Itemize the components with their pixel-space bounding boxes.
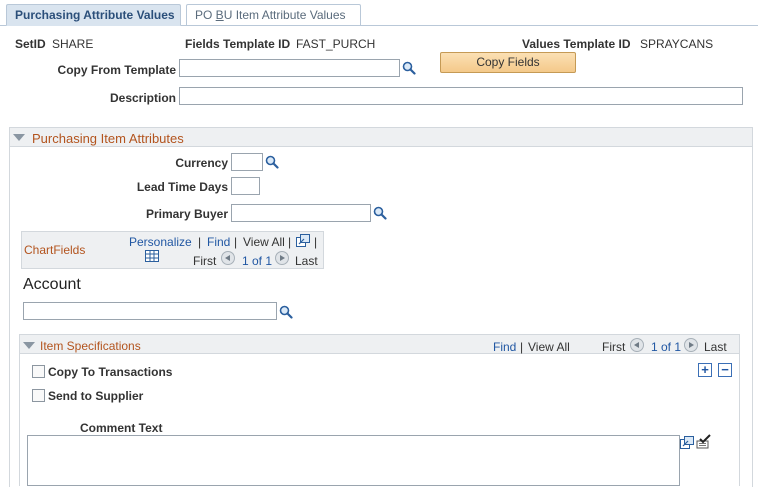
collapse-arrow-icon[interactable] [13, 134, 25, 141]
delete-row-button[interactable]: − [718, 363, 732, 377]
comment-text-area[interactable] [27, 435, 680, 486]
fields-template-value: FAST_PURCH [296, 37, 376, 51]
send-to-supplier-label: Send to Supplier [48, 389, 144, 403]
separator: | [288, 235, 292, 249]
search-icon[interactable] [373, 206, 387, 220]
personalize-link[interactable]: Personalize [129, 235, 192, 249]
tab-po-bu-item-attribute-values[interactable]: PO BU Item Attribute Values [186, 4, 361, 26]
copy-fields-button[interactable]: Copy Fields [440, 52, 576, 73]
chartfields-title: ChartFields [24, 243, 86, 257]
previous-row-icon[interactable] [221, 251, 235, 265]
send-to-supplier-checkbox[interactable] [32, 389, 45, 402]
row-count: 1 of 1 [242, 254, 273, 268]
view-all-link[interactable]: View All [243, 235, 285, 249]
spell-check-icon[interactable] [696, 434, 712, 450]
separator: | [234, 235, 238, 249]
expand-textarea-icon[interactable] [680, 436, 694, 449]
fields-template-label: Fields Template ID [185, 37, 291, 51]
primary-buyer-label: Primary Buyer [145, 207, 228, 221]
values-template-label: Values Template ID [522, 37, 631, 51]
copy-from-template-input[interactable] [179, 59, 400, 77]
search-icon[interactable] [279, 305, 293, 319]
copy-to-transactions-checkbox[interactable] [32, 365, 45, 378]
find-link[interactable]: Find [493, 340, 516, 354]
tab-label: Purchasing Attribute Values [15, 8, 175, 22]
first-label: First [602, 340, 626, 354]
add-row-button[interactable]: + [698, 363, 712, 377]
first-label: First [193, 254, 217, 268]
lead-time-days-input[interactable] [231, 177, 260, 195]
separator: | [520, 340, 524, 354]
tab-purchasing-attribute-values[interactable]: Purchasing Attribute Values [6, 4, 181, 26]
next-row-icon[interactable] [275, 251, 289, 265]
values-template-value: SPRAYCANS [640, 37, 714, 51]
new-window-icon[interactable] [296, 234, 310, 247]
setid-label: SetID [15, 37, 46, 51]
lead-time-days-label: Lead Time Days [136, 180, 228, 194]
comment-text-label: Comment Text [80, 421, 163, 435]
find-link[interactable]: Find [207, 235, 230, 249]
collapse-arrow-icon[interactable] [23, 342, 35, 349]
description-label: Description [109, 91, 176, 105]
purchasing-item-attributes-title: Purchasing Item Attributes [32, 131, 184, 146]
tab-label-part: U Item Attribute Values [223, 8, 346, 22]
copy-to-transactions-label: Copy To Transactions [48, 365, 173, 379]
tab-label-part: PO [195, 8, 216, 22]
previous-row-icon[interactable] [630, 338, 644, 352]
account-label: Account [23, 276, 81, 293]
currency-input[interactable] [231, 153, 263, 171]
download-grid-icon[interactable] [145, 250, 159, 262]
currency-label: Currency [175, 156, 228, 170]
tab-label-accesskey: B [215, 8, 224, 22]
last-label: Last [295, 254, 318, 268]
next-row-icon[interactable] [684, 338, 698, 352]
setid-value: SHARE [52, 37, 94, 51]
last-label: Last [704, 340, 727, 354]
primary-buyer-input[interactable] [231, 204, 371, 222]
search-icon[interactable] [265, 155, 279, 169]
view-all-link[interactable]: View All [528, 340, 570, 354]
copy-from-template-label: Copy From Template [57, 63, 176, 77]
description-input[interactable] [179, 87, 743, 105]
item-specifications-title: Item Specifications [40, 339, 141, 353]
separator: | [314, 235, 318, 249]
search-icon[interactable] [402, 61, 416, 75]
account-input[interactable] [23, 302, 277, 320]
separator: | [198, 235, 202, 249]
row-count: 1 of 1 [651, 340, 682, 354]
